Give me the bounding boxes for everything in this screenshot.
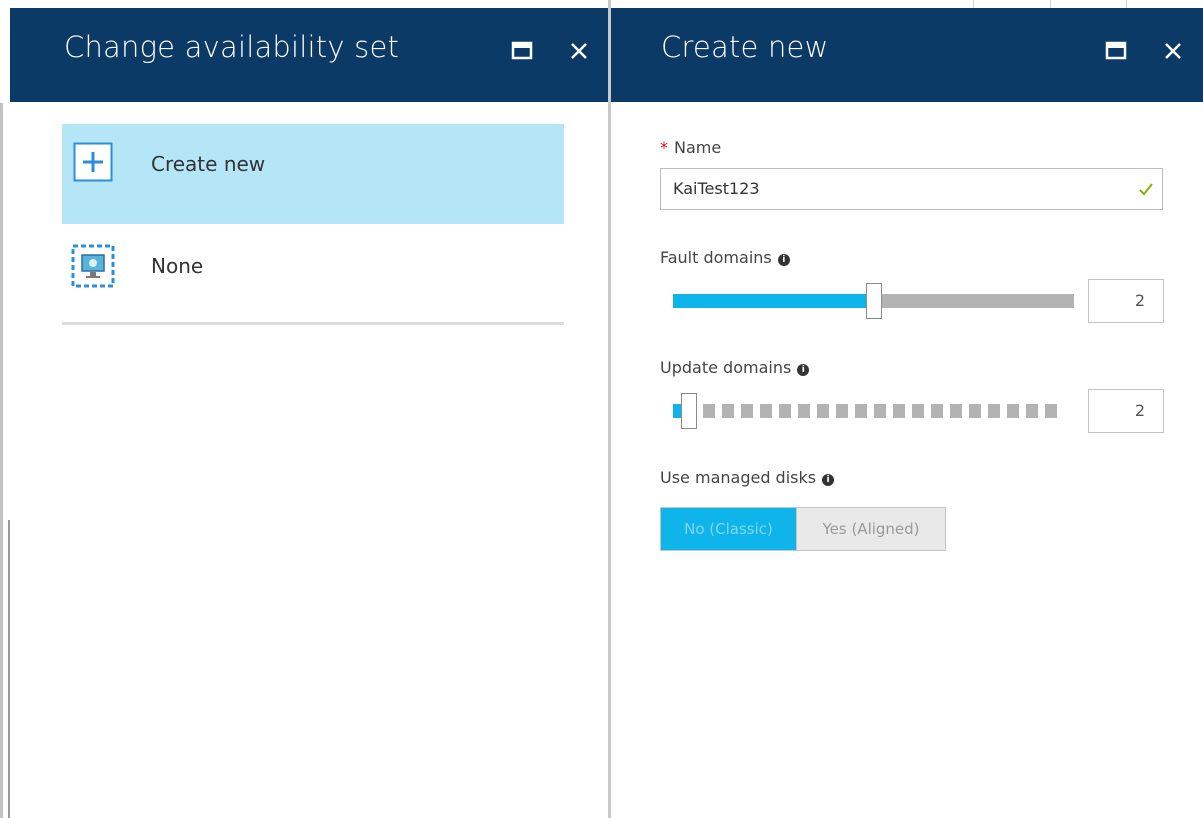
update-domains-slider-segment <box>1045 404 1057 418</box>
fault-domains-slider[interactable] <box>673 283 1074 319</box>
update-domains-slider-segment <box>931 404 943 418</box>
list-separator <box>62 322 564 325</box>
update-domains-value-box[interactable]: 2 <box>1088 389 1164 433</box>
info-icon[interactable]: i <box>822 474 835 486</box>
checkmark-icon <box>1139 183 1153 196</box>
list-item-none[interactable]: None <box>62 226 564 326</box>
maximize-button[interactable] <box>1104 38 1130 64</box>
update-domains-slider-segment <box>1007 404 1019 418</box>
update-domains-slider-segment <box>836 404 848 418</box>
info-icon[interactable]: i <box>777 254 790 266</box>
fault-domains-label-text: Fault domains <box>660 248 772 267</box>
left-scroll-rail <box>0 103 3 818</box>
fault-domains-value-box[interactable]: 2 <box>1088 279 1164 323</box>
change-availability-set-blade: Change availability set Create new None <box>10 8 608 818</box>
update-domains-slider[interactable] <box>673 393 1074 429</box>
maximize-icon <box>511 41 533 60</box>
update-domains-label: Update domains i <box>660 358 810 377</box>
name-input[interactable]: KaiTest123 <box>660 168 1163 210</box>
update-domains-slider-segment <box>1026 404 1038 418</box>
list-item-create-new[interactable]: Create new <box>62 124 564 224</box>
fault-domains-label: Fault domains i <box>660 248 790 267</box>
close-button[interactable] <box>567 38 593 64</box>
managed-disks-label: Use managed disks i <box>660 468 835 487</box>
required-marker: * <box>660 138 668 157</box>
update-domains-slider-segment <box>855 404 867 418</box>
managed-disks-toggle[interactable]: No (Classic) Yes (Aligned) <box>660 507 946 551</box>
availability-set-icon <box>71 244 115 288</box>
maximize-icon <box>1105 41 1127 60</box>
update-domains-slider-segment <box>950 404 962 418</box>
update-domains-slider-segment <box>779 404 791 418</box>
plus-icon <box>73 142 113 182</box>
name-label: * Name <box>660 138 721 157</box>
update-domains-slider-segment <box>874 404 886 418</box>
update-domains-slider-segment <box>988 404 1000 418</box>
name-input-value: KaiTest123 <box>673 179 760 198</box>
update-domains-slider-segment <box>817 404 829 418</box>
update-domains-slider-segment <box>969 404 981 418</box>
update-domains-slider-segment <box>703 404 715 418</box>
blade-title: Create new <box>661 30 829 64</box>
fault-domains-slider-fill <box>673 294 874 308</box>
update-domains-label-text: Update domains <box>660 358 792 377</box>
close-button[interactable] <box>1161 38 1187 64</box>
top-strip-divider <box>973 0 974 8</box>
managed-disks-option-no[interactable]: No (Classic) <box>661 508 796 550</box>
update-domains-slider-segment <box>893 404 905 418</box>
top-strip-divider <box>1126 0 1127 8</box>
update-domains-slider-handle[interactable] <box>681 393 697 429</box>
blade-header: Create new <box>611 8 1203 102</box>
managed-disks-option-yes[interactable]: Yes (Aligned) <box>796 508 945 550</box>
fault-domains-slider-handle[interactable] <box>866 283 882 319</box>
list-item-label: None <box>151 254 204 278</box>
update-domains-slider-segment <box>798 404 810 418</box>
blade-title: Change availability set <box>64 30 400 64</box>
update-domains-slider-segment <box>741 404 753 418</box>
update-domains-slider-segment <box>912 404 924 418</box>
update-domains-slider-segment <box>760 404 772 418</box>
update-domains-slider-segment <box>722 404 734 418</box>
name-label-text: Name <box>674 138 722 157</box>
blade-header: Change availability set <box>10 8 608 102</box>
managed-disks-label-text: Use managed disks <box>660 468 817 487</box>
close-icon <box>571 43 587 59</box>
top-strip <box>0 0 1203 8</box>
create-new-blade: Create new * Name KaiTest123 Fault domain… <box>611 8 1203 818</box>
maximize-button[interactable] <box>510 38 536 64</box>
info-icon[interactable]: i <box>797 364 810 376</box>
top-strip-divider <box>1050 0 1051 8</box>
close-icon <box>1165 43 1181 59</box>
list-item-label: Create new <box>151 152 266 176</box>
